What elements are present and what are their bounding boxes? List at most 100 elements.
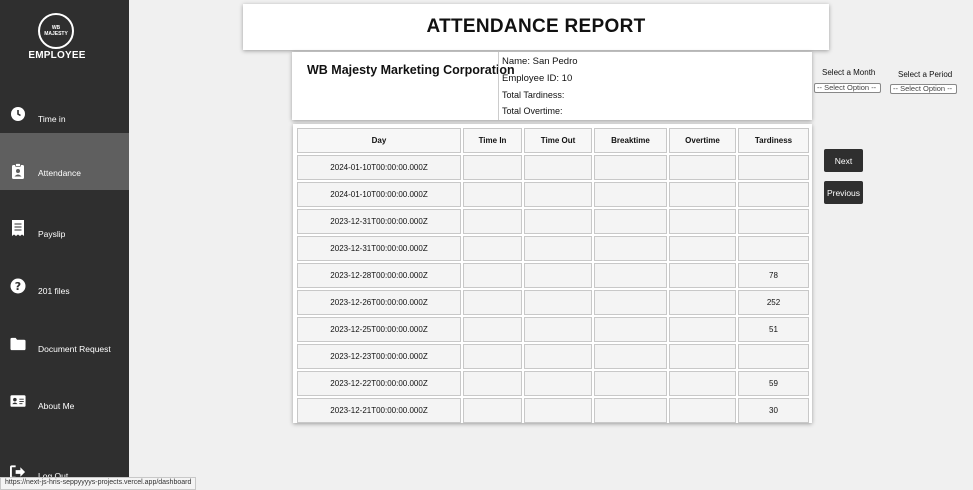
sidebar-item-payslip[interactable]: Payslip xyxy=(0,215,129,251)
sidebar-item-attendance[interactable]: Attendance xyxy=(0,133,129,190)
cell-tardiness xyxy=(738,182,809,207)
employee-id: Employee ID: 10 xyxy=(502,73,573,84)
sidebar-item-label: Document Request xyxy=(38,344,111,354)
period-select[interactable]: -- Select Option -- xyxy=(890,84,957,94)
cell-time-in xyxy=(463,236,522,261)
col-header-breaktime: Breaktime xyxy=(594,128,667,153)
cell-overtime xyxy=(669,317,736,342)
question-circle-icon: ? xyxy=(10,278,26,294)
cell-day: 2023-12-25T00:00:00.000Z xyxy=(297,317,461,342)
table-row: 2023-12-26T00:00:00.000Z 252 xyxy=(297,290,809,315)
logo-text: WB MAJESTY xyxy=(44,25,68,37)
attendance-table: Day Time In Time Out Breaktime Overtime … xyxy=(295,126,811,425)
cell-time-out xyxy=(524,290,592,315)
cell-breaktime xyxy=(594,317,667,342)
sidebar-item-about-me[interactable]: About Me xyxy=(0,387,129,423)
cell-day: 2023-12-22T00:00:00.000Z xyxy=(297,371,461,396)
cell-tardiness xyxy=(738,155,809,180)
report-header: ATTENDANCE REPORT xyxy=(243,4,829,50)
info-divider xyxy=(498,52,499,120)
next-button[interactable]: Next xyxy=(824,149,863,172)
cell-overtime xyxy=(669,263,736,288)
cell-time-in xyxy=(463,182,522,207)
previous-button[interactable]: Previous xyxy=(824,181,863,204)
table-row: 2023-12-25T00:00:00.000Z 51 xyxy=(297,317,809,342)
sidebar-item-label: Attendance xyxy=(38,168,82,178)
cell-time-out xyxy=(524,182,592,207)
cell-day: 2023-12-26T00:00:00.000Z xyxy=(297,290,461,315)
month-select[interactable]: -- Select Option -- xyxy=(814,83,881,93)
sidebar-item-label: About Me xyxy=(38,401,75,411)
cell-overtime xyxy=(669,236,736,261)
period-select-value: -- Select Option -- xyxy=(893,84,953,93)
col-header-tardiness: Tardiness xyxy=(738,128,809,153)
cell-day: 2023-12-31T00:00:00.000Z xyxy=(297,236,461,261)
cell-time-out xyxy=(524,236,592,261)
table-row: 2024-01-10T00:00:00.000Z xyxy=(297,182,809,207)
cell-day: 2023-12-31T00:00:00.000Z xyxy=(297,209,461,234)
cell-tardiness: 59 xyxy=(738,371,809,396)
cell-day: 2024-01-10T00:00:00.000Z xyxy=(297,155,461,180)
cell-overtime xyxy=(669,290,736,315)
clipboard-user-icon xyxy=(10,163,26,179)
cell-tardiness: 252 xyxy=(738,290,809,315)
cell-time-in xyxy=(463,371,522,396)
cell-breaktime xyxy=(594,398,667,423)
cell-tardiness xyxy=(738,209,809,234)
id-card-icon xyxy=(10,393,26,409)
cell-breaktime xyxy=(594,263,667,288)
cell-tardiness: 51 xyxy=(738,317,809,342)
cell-tardiness xyxy=(738,236,809,261)
cell-breaktime xyxy=(594,155,667,180)
cell-time-in xyxy=(463,263,522,288)
total-tardiness: Total Tardiness: xyxy=(502,90,565,100)
cell-breaktime xyxy=(594,371,667,396)
sidebar-item-time-in[interactable]: Time in xyxy=(0,100,129,136)
table-row: 2024-01-10T00:00:00.000Z xyxy=(297,155,809,180)
svg-text:?: ? xyxy=(15,280,21,293)
col-header-day: Day xyxy=(297,128,461,153)
cell-time-in xyxy=(463,398,522,423)
col-header-time-in: Time In xyxy=(463,128,522,153)
table-row: 2023-12-21T00:00:00.000Z 30 xyxy=(297,398,809,423)
cell-overtime xyxy=(669,155,736,180)
sidebar-item-201-files[interactable]: ? 201 files xyxy=(0,272,129,308)
cell-breaktime xyxy=(594,344,667,369)
cell-time-in xyxy=(463,155,522,180)
sidebar: WB MAJESTY EMPLOYEE Time in Attendance P… xyxy=(0,0,129,490)
cell-day: 2024-01-10T00:00:00.000Z xyxy=(297,182,461,207)
col-header-overtime: Overtime xyxy=(669,128,736,153)
cell-day: 2023-12-23T00:00:00.000Z xyxy=(297,344,461,369)
table-header-row: Day Time In Time Out Breaktime Overtime … xyxy=(297,128,809,153)
cell-tardiness: 30 xyxy=(738,398,809,423)
table-row: 2023-12-22T00:00:00.000Z 59 xyxy=(297,371,809,396)
cell-overtime xyxy=(669,398,736,423)
table-row: 2023-12-23T00:00:00.000Z xyxy=(297,344,809,369)
cell-tardiness: 78 xyxy=(738,263,809,288)
page-title: ATTENDANCE REPORT xyxy=(426,16,646,37)
cell-overtime xyxy=(669,371,736,396)
cell-day: 2023-12-28T00:00:00.000Z xyxy=(297,263,461,288)
cell-tardiness xyxy=(738,344,809,369)
cell-time-in xyxy=(463,344,522,369)
receipt-icon xyxy=(10,220,26,236)
employee-info-card: WB Majesty Marketing Corporation Name: S… xyxy=(292,52,812,120)
attendance-table-container: Day Time In Time Out Breaktime Overtime … xyxy=(293,124,812,423)
cell-time-out xyxy=(524,317,592,342)
month-select-label: Select a Month xyxy=(822,68,876,77)
cell-time-out xyxy=(524,155,592,180)
cell-overtime xyxy=(669,344,736,369)
cell-time-out xyxy=(524,263,592,288)
cell-breaktime xyxy=(594,182,667,207)
sidebar-item-document-request[interactable]: Document Request xyxy=(0,330,129,366)
clock-icon xyxy=(10,106,26,122)
cell-overtime xyxy=(669,182,736,207)
table-row: 2023-12-31T00:00:00.000Z xyxy=(297,236,809,261)
status-bar-url: https://next-js-hris-seppyyyys-projects.… xyxy=(0,477,197,490)
company-logo: WB MAJESTY xyxy=(38,13,74,49)
table-row: 2023-12-31T00:00:00.000Z xyxy=(297,209,809,234)
cell-breaktime xyxy=(594,290,667,315)
cell-breaktime xyxy=(594,209,667,234)
total-overtime: Total Overtime: xyxy=(502,106,563,116)
period-select-label: Select a Period xyxy=(898,70,953,79)
